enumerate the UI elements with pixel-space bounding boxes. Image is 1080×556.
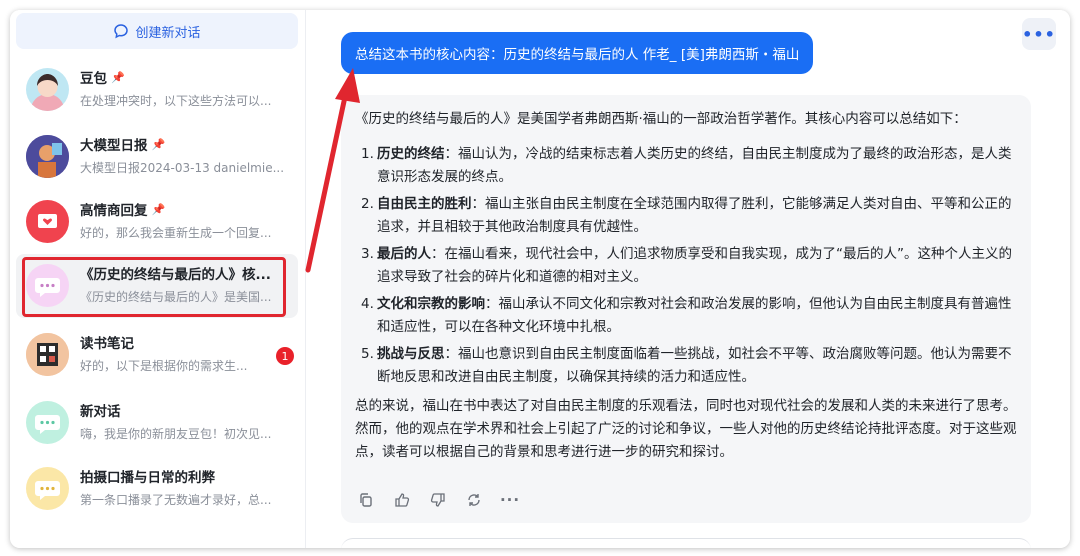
pin-icon: 📌 [151,137,166,151]
conversation-title: 拍摄口播与日常的利弊 [80,470,215,486]
more-icon: ••• [1022,24,1056,44]
conversation-title: 高情商回复 [80,203,148,219]
avatar [26,467,69,510]
thumbs-up-icon[interactable] [391,489,413,511]
conversation-item[interactable]: 高情商回复 📌 好的，那么我会重新生成一个回复... [16,190,298,254]
conversation-item[interactable]: 拍摄口播与日常的利弊 第一条口播录了无数遍才录好，总... [16,457,298,521]
list-item: 4. 文化和宗教的影响：福山承认不同文化和宗教对社会和政治发展的影响，但他认为自由… [361,296,1012,335]
annotation-highlight-box [22,257,286,317]
more-options-button[interactable]: ••• [1022,18,1056,50]
conversation-item[interactable]: 豆包 📌 在处理冲突时，以下这些方法可以... [16,58,298,122]
avatar [26,68,69,111]
new-chat-button[interactable]: 创建新对话 [16,13,298,49]
conversation-title: 豆包 [80,71,107,87]
pin-icon: 📌 [151,202,166,216]
conversation-item[interactable]: 新对话 嗨，我是你的新朋友豆包！初次见... [16,391,298,455]
app-window: 创建新对话 豆包 📌 在处理冲突时，以下这些方法可以... 大模型日报 📌 大模型日… [10,10,1070,548]
pin-icon: 📌 [111,70,125,84]
list-item: 5. 挑战与反思：福山也意识到自由民主制度面临着一些挑战，如社会不平等、政治腐败等… [361,346,1012,385]
conversation-snippet: 好的，以下是根据你的需求生... [80,359,248,373]
reply-actions: ··· [355,489,521,511]
avatar [26,200,69,243]
list-item: 2. 自由民主的胜利：福山主张自由民主制度在全球范围内取得了胜利，它能够满足人类对… [361,196,1012,235]
reply-intro: 《历史的终结与最后的人》是美国学者弗朗西斯·福山的一部政治哲学著作。其核心内容可… [355,111,967,127]
reply-summary: 总的来说，福山在书中表达了对自由民主制度的乐观看法，同时也对现代社会的发展和人类… [355,398,1017,460]
list-item: 3. 最后的人：在福山看来，现代社会中，人们追求物质享受和自我实现，成为了“最后的… [361,246,1012,285]
more-actions-icon[interactable]: ··· [499,489,521,511]
chat-area: ••• 总结这本书的核心内容：历史的终结与最后的人 作老_ [美]弗朗西斯・福山… [307,10,1070,548]
conversation-title: 读书笔记 [80,336,134,352]
avatar [26,401,69,444]
regenerate-icon[interactable] [463,489,485,511]
chat-bubble-icon [113,23,129,39]
list-item: 1. 历史的终结：福山认为，冷战的结束标志着人类历史的终结，自由民主制度成为了最终… [361,146,1012,185]
conversation-snippet: 大模型日报2024-03-13 danielmie... [80,161,285,175]
user-message-text: 总结这本书的核心内容：历史的终结与最后的人 作老_ [美]弗朗西斯・福山 [355,47,800,63]
unread-badge: 1 [276,347,294,365]
copy-icon[interactable] [355,489,377,511]
thumbs-down-icon[interactable] [427,489,449,511]
conversation-item[interactable]: 大模型日报 📌 大模型日报2024-03-13 danielmie... [16,125,298,189]
conversation-title: 新对话 [80,404,121,420]
reply-list: 1. 历史的终结：福山认为，冷战的结束标志着人类历史的终结，自由民主制度成为了最终… [355,143,1017,389]
conversation-snippet: 在处理冲突时，以下这些方法可以... [80,94,272,108]
conversation-item[interactable]: 读书笔记 好的，以下是根据你的需求生... 1 [16,323,298,387]
conversation-snippet: 嗨，我是你的新朋友豆包！初次见... [80,427,272,441]
conversation-snippet: 第一条口播录了无数遍才录好，总... [80,493,272,507]
conversation-snippet: 好的，那么我会重新生成一个回复... [80,226,272,240]
new-chat-label: 创建新对话 [135,25,201,41]
conversation-title: 大模型日报 [80,138,148,154]
assistant-reply: 《历史的终结与最后的人》是美国学者弗朗西斯·福山的一部政治哲学著作。其核心内容可… [341,95,1031,523]
user-message-bubble: 总结这本书的核心内容：历史的终结与最后的人 作老_ [美]弗朗西斯・福山 [341,32,814,74]
message-input-edge[interactable] [341,538,1031,548]
sidebar: 创建新对话 豆包 📌 在处理冲突时，以下这些方法可以... 大模型日报 📌 大模型日… [10,10,306,548]
avatar [26,333,69,376]
avatar [26,135,69,178]
